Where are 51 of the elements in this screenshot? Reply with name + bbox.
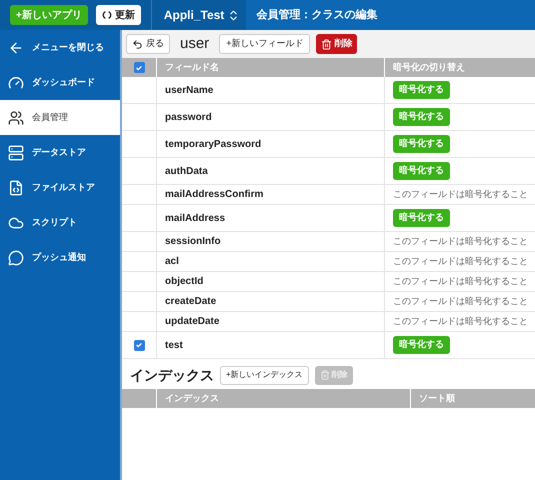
encrypt-note: このフィールドは暗号化すること [393,314,528,328]
refresh-button[interactable]: 更新 [96,5,141,25]
checkbox[interactable] [134,62,144,73]
field-name-cell: userName [156,77,384,103]
column-header: インデックス [156,389,410,408]
column-header: 暗号化の切り替え [384,58,535,77]
field-name-cell: test [156,332,384,358]
sidebar-item[interactable]: ダッシュボード [0,65,120,100]
field-name-cell: acl [156,252,384,271]
new-field-button[interactable]: +新しいフィールド [219,34,310,54]
encrypt-note: このフィールドは暗号化すること [393,254,528,268]
section-title: インデックス [130,366,214,384]
checkmark-icon [135,341,143,349]
undo-arrow-icon [132,38,143,50]
column-header: ソート順 [410,389,535,408]
encrypt-note: このフィールドは暗号化すること [393,234,528,248]
field-name-cell: updateDate [156,312,384,331]
delete-button[interactable]: 削除 [316,34,358,54]
chat-bubble-icon [8,250,24,266]
sidebar-item[interactable]: 会員管理 [0,100,120,135]
field-name-cell: password [156,104,384,130]
sidebar-item[interactable]: メニューを閉じる [0,30,120,65]
sidebar-item[interactable]: データストア [0,135,120,170]
trash-icon [320,370,330,380]
sidebar-item[interactable]: プッシュ通知 [0,240,120,275]
field-name-cell: mailAddress [156,205,384,231]
column-header: フィールド名 [156,58,384,77]
file-code-icon [8,180,24,196]
encrypt-note: このフィールドは暗号化すること [393,188,528,201]
class-title: user [179,34,210,54]
field-name-cell: mailAddressConfirm [156,185,384,204]
server-icon [8,144,24,160]
sidebar-item[interactable]: スクリプト [0,205,120,240]
field-name-cell: authData [156,158,384,184]
field-name-cell: temporaryPassword [156,131,384,157]
refresh-icon [102,10,112,20]
field-name-cell: sessionInfo [156,232,384,251]
field-name-cell: createDate [156,292,384,311]
sidebar-item[interactable]: ファイルストア [0,170,120,205]
encrypt-note: このフィールドは暗号化すること [393,274,528,288]
field-name-cell: objectId [156,272,384,291]
checkbox[interactable] [134,340,144,350]
breadcrumb: 会員管理：クラスの編集 [256,8,378,23]
encrypt-note: このフィールドは暗号化すること [393,294,528,308]
gauge-icon [8,74,24,90]
cloud-icon [8,214,24,230]
back-button[interactable]: 戻る [126,34,170,54]
checkmark-icon [135,64,143,72]
people-icon [8,110,24,126]
trash-icon [321,38,332,50]
new-index-button[interactable]: +新しいインデックス [220,366,309,384]
